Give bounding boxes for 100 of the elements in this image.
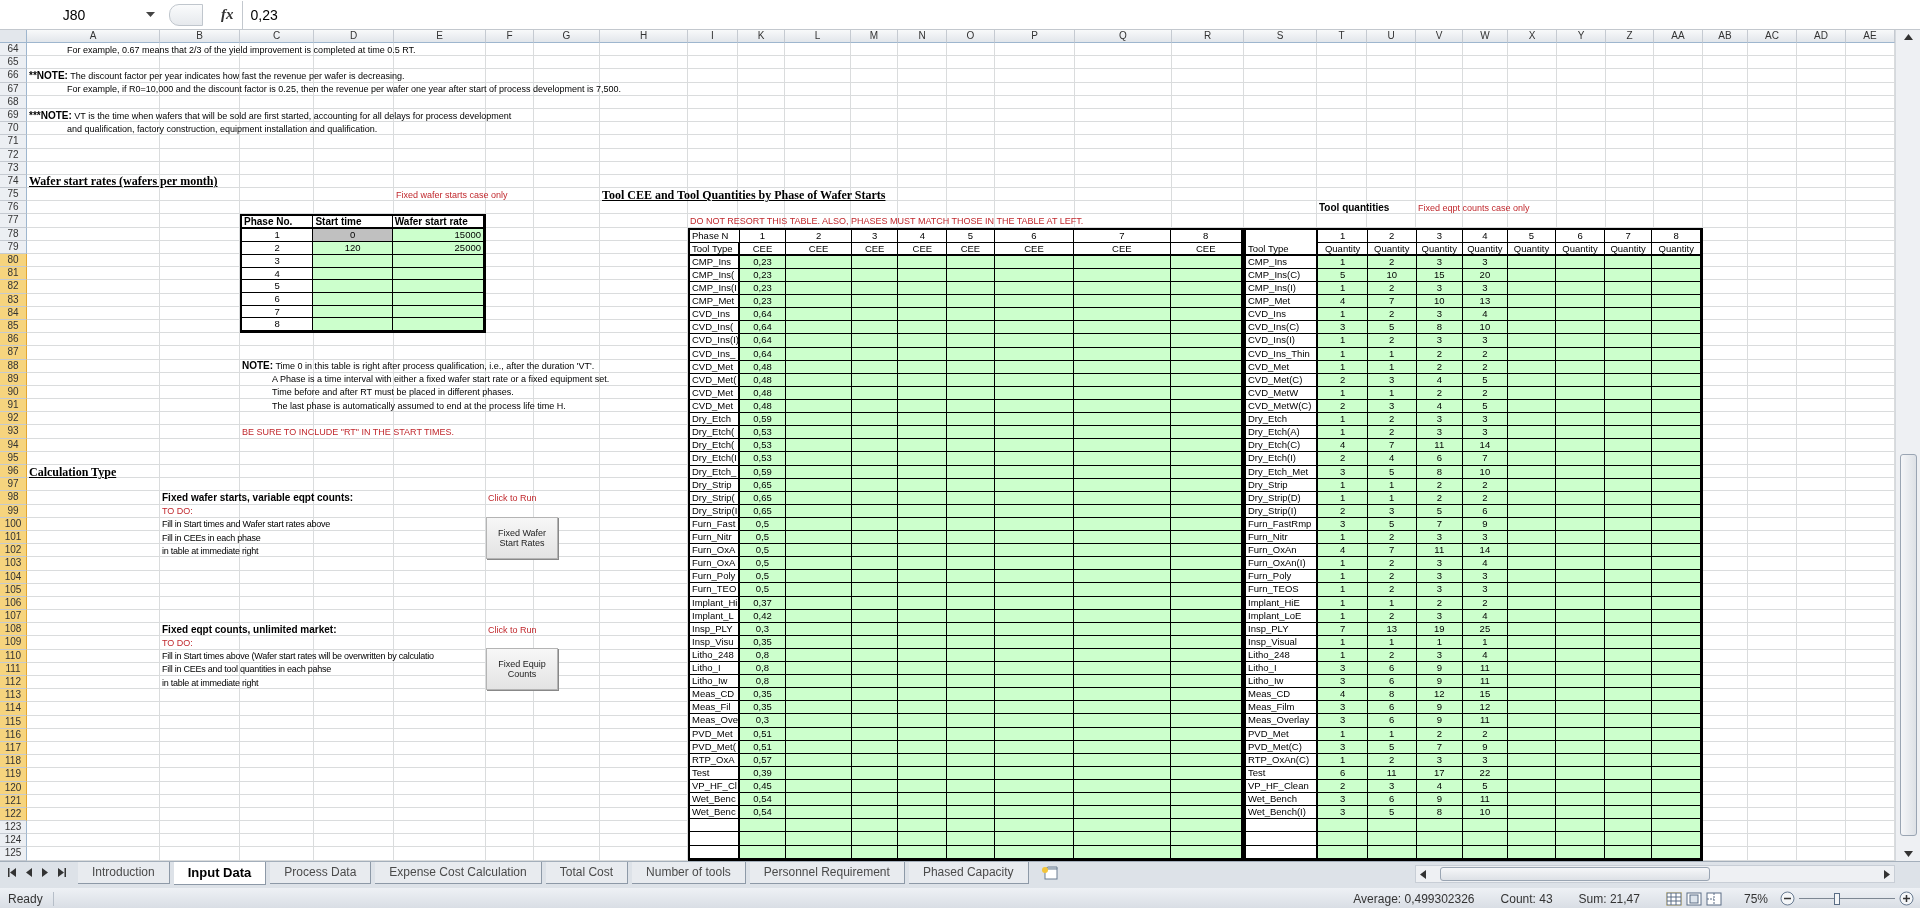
table-cell[interactable]: 3 — [1416, 426, 1464, 440]
table-cell[interactable]: 1 — [1318, 570, 1368, 584]
row-header[interactable]: 87 — [0, 346, 27, 360]
slider-thumb[interactable] — [1834, 892, 1841, 905]
table-cell[interactable]: 6 — [1367, 714, 1417, 728]
table-cell[interactable]: 0,54 — [739, 793, 787, 807]
table-cell[interactable]: 7 — [1367, 295, 1417, 309]
row-header[interactable]: 113 — [0, 689, 27, 703]
zoom-in-button[interactable] — [1899, 891, 1914, 906]
page-layout-icon[interactable] — [1685, 891, 1702, 906]
table-cell[interactable]: 1 — [1318, 583, 1368, 597]
scroll-down-icon[interactable] — [1903, 851, 1913, 857]
table-cell[interactable]: 0,5 — [739, 570, 787, 584]
table-cell[interactable]: 3 — [1318, 662, 1368, 676]
table-cell[interactable]: 7 — [1463, 452, 1508, 466]
table-cell[interactable]: 2 — [1367, 413, 1417, 427]
row-header[interactable]: 81 — [0, 267, 27, 281]
splitter-handle[interactable] — [169, 3, 203, 26]
table-cell[interactable]: 12 — [1416, 688, 1464, 702]
normal-view-icon[interactable] — [1665, 891, 1682, 906]
column-header[interactable]: H — [600, 30, 688, 43]
table-cell[interactable]: 3 — [1416, 583, 1464, 597]
column-header[interactable]: G — [534, 30, 600, 43]
table-cell[interactable] — [392, 318, 484, 332]
table-cell[interactable]: 3 — [1318, 714, 1368, 728]
column-header[interactable]: E — [394, 30, 486, 43]
table-cell[interactable]: 4 — [1318, 295, 1368, 309]
column-header[interactable]: K — [738, 30, 785, 43]
column-header[interactable]: AD — [1797, 30, 1846, 43]
table-cell[interactable]: 3 — [1463, 531, 1508, 545]
table-cell[interactable]: 9 — [1416, 714, 1464, 728]
scroll-thumb[interactable] — [1440, 867, 1710, 881]
column-header[interactable]: M — [851, 30, 898, 43]
zoom-level[interactable]: 75% — [1743, 891, 1768, 906]
table-cell[interactable]: 2 — [1367, 570, 1417, 584]
table-cell[interactable]: 2 — [1367, 531, 1417, 545]
row-header[interactable]: 108 — [0, 623, 27, 637]
table-cell[interactable]: 1 — [1318, 308, 1368, 322]
sheet-tab[interactable]: Process Data — [270, 862, 372, 884]
row-header[interactable]: 97 — [0, 478, 27, 492]
zoom-out-button[interactable] — [1780, 891, 1795, 906]
scroll-thumb[interactable] — [1899, 454, 1917, 836]
table-cell[interactable]: 3 — [1416, 531, 1464, 545]
column-header[interactable]: L — [785, 30, 851, 43]
row-header[interactable]: 66 — [0, 69, 27, 83]
table-cell[interactable]: 0,8 — [739, 662, 787, 676]
column-header[interactable]: Q — [1075, 30, 1172, 43]
column-header[interactable]: O — [947, 30, 995, 43]
table-cell[interactable]: 4 — [1318, 439, 1368, 453]
column-header[interactable]: X — [1508, 30, 1557, 43]
table-cell[interactable]: 25000 — [392, 242, 484, 255]
table-cell[interactable]: 6 — [1367, 662, 1417, 676]
sheet-tab[interactable]: Personnel Requirement — [749, 862, 905, 884]
row-header[interactable]: 65 — [0, 56, 27, 70]
caret-icon[interactable] — [146, 11, 155, 18]
table-cell[interactable]: 0,8 — [739, 675, 787, 689]
column-header[interactable]: W — [1463, 30, 1508, 43]
table-cell[interactable]: 14 — [1463, 544, 1508, 558]
row-header[interactable]: 96 — [0, 465, 27, 479]
table-cell[interactable]: 5 — [1367, 321, 1417, 335]
table-cell[interactable]: 1 — [1318, 557, 1368, 571]
table-cell[interactable]: 11 — [1463, 675, 1508, 689]
row-header[interactable]: 70 — [0, 122, 27, 136]
table-cell[interactable]: 3 — [1318, 675, 1368, 689]
table-cell[interactable]: 1 — [1318, 531, 1368, 545]
table-cell[interactable]: 0,35 — [739, 688, 787, 702]
horizontal-scrollbar[interactable] — [1415, 865, 1895, 883]
scroll-left-icon[interactable] — [1420, 869, 1426, 879]
row-header[interactable]: 71 — [0, 135, 27, 149]
table-cell[interactable]: 120 — [313, 242, 393, 255]
table-cell[interactable]: 0,23 — [739, 295, 787, 309]
table-cell[interactable]: 3 — [1463, 413, 1508, 427]
table-cell[interactable]: 0,23 — [739, 282, 787, 296]
table-cell[interactable]: 14 — [1463, 439, 1508, 453]
table-cell[interactable]: 0,45 — [739, 780, 787, 794]
scroll-up-icon[interactable] — [1903, 34, 1913, 40]
table-cell[interactable]: 3 — [1416, 570, 1464, 584]
table-cell[interactable]: 3 — [1463, 334, 1508, 348]
row-header[interactable]: 80 — [0, 254, 27, 268]
first-sheet-icon[interactable] — [8, 868, 16, 877]
table-cell[interactable]: 9 — [1416, 662, 1464, 676]
table-cell[interactable]: 11 — [1416, 439, 1464, 453]
row-header[interactable]: 119 — [0, 768, 27, 782]
table-cell[interactable]: 2 — [1367, 583, 1417, 597]
table-cell[interactable]: 1 — [1318, 334, 1368, 348]
table-cell[interactable]: 0,35 — [739, 701, 787, 715]
table-cell[interactable]: 11 — [1463, 714, 1508, 728]
table-cell[interactable]: 0,53 — [739, 439, 787, 453]
table-cell[interactable] — [313, 318, 393, 332]
table-cell[interactable]: 0,59 — [739, 413, 787, 427]
table-cell[interactable]: 10 — [1416, 295, 1464, 309]
table-cell[interactable]: 3 — [1463, 583, 1508, 597]
column-header[interactable]: V — [1416, 30, 1463, 43]
table-cell[interactable]: 3 — [1463, 426, 1508, 440]
row-header[interactable]: 109 — [0, 636, 27, 650]
column-header[interactable]: D — [314, 30, 394, 43]
column-header[interactable]: AA — [1654, 30, 1703, 43]
scroll-right-icon[interactable] — [1884, 869, 1890, 879]
table-cell[interactable]: 2 — [1318, 452, 1368, 466]
table-cell[interactable]: 0,54 — [739, 806, 787, 820]
